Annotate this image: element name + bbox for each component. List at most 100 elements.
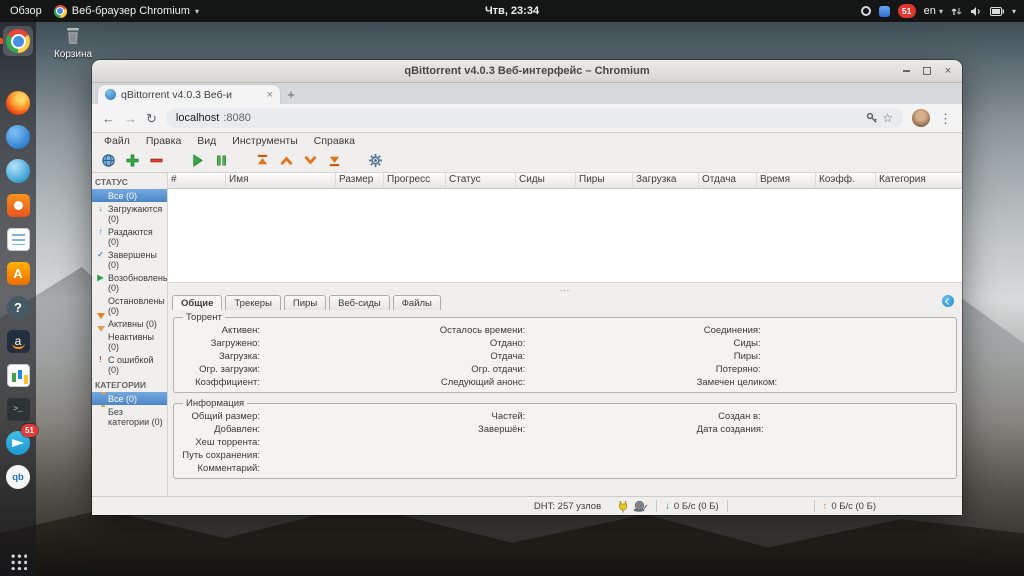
alt-speed-snail-icon[interactable] — [633, 500, 648, 512]
column-peers[interactable]: Пиры — [576, 173, 633, 188]
indicator-blue-icon[interactable] — [879, 6, 890, 17]
panel-toggle-button[interactable] — [942, 295, 954, 307]
password-key-icon[interactable] — [866, 112, 878, 124]
add-torrent-file-button[interactable] — [124, 152, 141, 169]
bookmark-star-icon[interactable]: ☆ — [882, 112, 893, 124]
profile-avatar[interactable] — [912, 109, 930, 127]
column-ratio[interactable]: Коэфф. — [816, 173, 876, 188]
dock-item-app-light-blue[interactable] — [3, 156, 33, 186]
dock-item-amazon[interactable]: a — [3, 326, 33, 356]
keyboard-layout-indicator[interactable]: en ▾ — [924, 5, 943, 17]
dock-item-chromium[interactable] — [3, 26, 33, 56]
column-seeds[interactable]: Сиды — [516, 173, 576, 188]
dock-item-ubuntu-software[interactable] — [3, 190, 33, 220]
delete-torrent-button[interactable] — [148, 152, 165, 169]
field-label: Хеш торрента: — [178, 437, 264, 448]
tab-trackers[interactable]: Трекеры — [225, 295, 281, 310]
pause-button[interactable] — [213, 152, 230, 169]
close-button[interactable]: × — [941, 64, 955, 78]
tab-webseeds[interactable]: Веб-сиды — [329, 295, 390, 310]
show-applications-button[interactable] — [9, 552, 27, 570]
field-label: Общий размер: — [178, 411, 264, 422]
column-progress[interactable]: Прогресс — [384, 173, 446, 188]
tab-peers[interactable]: Пиры — [284, 295, 326, 310]
filter-downloading[interactable]: ↓Загружаются (0) — [92, 202, 167, 225]
category-all[interactable]: Все (0) — [92, 392, 167, 405]
column-download[interactable]: Загрузка — [633, 173, 699, 188]
browser-menu-icon[interactable]: ⋮ — [939, 112, 952, 125]
column-status[interactable]: Статус — [446, 173, 516, 188]
panel-splitter[interactable]: ... — [168, 282, 962, 292]
column-category[interactable]: Категория — [876, 173, 962, 188]
filter-inactive[interactable]: Неактивны (0) — [92, 330, 167, 353]
dock-item-app-a[interactable]: A — [3, 258, 33, 288]
trash-desktop-icon[interactable]: Корзина — [50, 26, 96, 60]
options-gear-button[interactable] — [367, 152, 384, 169]
back-button[interactable]: ← — [102, 112, 115, 125]
top-priority-button[interactable] — [254, 152, 271, 169]
menu-edit[interactable]: Правка — [138, 135, 189, 147]
resumed-icon: ▶ — [96, 273, 105, 283]
chart-app-icon — [7, 364, 30, 387]
indicator-ring-icon[interactable] — [861, 6, 871, 16]
dock-item-calc[interactable] — [3, 360, 33, 390]
dock-item-writer[interactable] — [3, 224, 33, 254]
tab-files[interactable]: Файлы — [393, 295, 441, 310]
add-torrent-link-button[interactable] — [100, 152, 117, 169]
resume-button[interactable] — [189, 152, 206, 169]
dock-item-telegram[interactable]: 51 — [3, 428, 33, 458]
menu-view[interactable]: Вид — [189, 135, 224, 147]
dock-item-terminal[interactable]: >_ — [3, 394, 33, 424]
filter-completed[interactable]: ✓Завершены (0) — [92, 248, 167, 271]
details-panel: Торрент Активен: Загружено: Загрузка: Ог… — [168, 310, 962, 496]
connection-status-icon[interactable] — [617, 500, 629, 513]
tab-close-icon[interactable]: × — [267, 89, 273, 101]
field-label: Добавлен: — [178, 424, 264, 435]
focused-app-menu[interactable]: Веб-браузер Chromium ▾ — [54, 5, 199, 18]
filters-sidebar: СТАТУС Все (0) ↓Загружаются (0) ↑Раздают… — [92, 173, 168, 496]
window-titlebar[interactable]: qBittorrent v4.0.3 Веб-интерфейс – Chrom… — [92, 60, 962, 83]
decrease-priority-button[interactable] — [302, 152, 319, 169]
bottom-priority-button[interactable] — [326, 152, 343, 169]
system-menu-chevron-icon[interactable]: ▾ — [1012, 7, 1016, 16]
column-name[interactable]: Имя — [226, 173, 336, 188]
webui-statusbar: DHT: 257 узлов ↓ 0 Б/с (0 Б) ↑ 0 Б/с (0 … — [92, 496, 962, 515]
field-label: Потеряно: — [697, 364, 765, 375]
forward-button[interactable]: → — [124, 112, 137, 125]
column-size[interactable]: Размер — [336, 173, 384, 188]
dock-item-app-blue[interactable] — [3, 122, 33, 152]
network-arrows-icon[interactable] — [951, 6, 962, 17]
field-label: Отдано: — [437, 338, 529, 349]
menu-tools[interactable]: Инструменты — [224, 135, 305, 147]
new-tab-button[interactable]: + — [280, 85, 302, 104]
category-uncategorized[interactable]: Без категории (0) — [92, 405, 167, 428]
reload-button[interactable]: ↻ — [146, 112, 157, 125]
maximize-button[interactable] — [920, 64, 934, 78]
tab-general[interactable]: Общие — [172, 295, 222, 310]
dock-item-help[interactable]: ? — [3, 292, 33, 322]
minimize-button[interactable] — [899, 64, 913, 78]
increase-priority-button[interactable] — [278, 152, 295, 169]
field-label: Загружено: — [178, 338, 264, 349]
notification-badge[interactable]: 51 — [898, 4, 916, 18]
filter-resumed[interactable]: ▶Возобновлены (0) — [92, 271, 167, 294]
chromium-icon — [54, 5, 67, 18]
filter-seeding[interactable]: ↑Раздаются (0) — [92, 225, 167, 248]
menu-file[interactable]: Файл — [96, 135, 138, 147]
column-eta[interactable]: Время — [757, 173, 816, 188]
filter-errored[interactable]: !С ошибкой (0) — [92, 353, 167, 376]
browser-tab[interactable]: qBittorrent v4.0.3 Веб-и × — [98, 85, 280, 104]
menu-help[interactable]: Справка — [306, 135, 363, 147]
dock-item-qbittorrent[interactable]: qb — [3, 462, 33, 492]
dock-item-firefox[interactable] — [3, 88, 33, 118]
field-label: Путь сохранения: — [178, 450, 264, 461]
filter-all[interactable]: Все (0) — [92, 189, 167, 202]
clock[interactable]: Чтв, 23:34 — [485, 5, 539, 17]
battery-icon[interactable] — [990, 7, 1004, 16]
torrent-list-empty[interactable] — [168, 189, 962, 282]
column-number[interactable]: # — [168, 173, 226, 188]
activities-button[interactable]: Обзор — [10, 5, 42, 17]
volume-icon[interactable] — [970, 6, 982, 17]
address-bar[interactable]: localhost:8080 ☆ — [166, 108, 903, 128]
column-upload[interactable]: Отдача — [699, 173, 757, 188]
